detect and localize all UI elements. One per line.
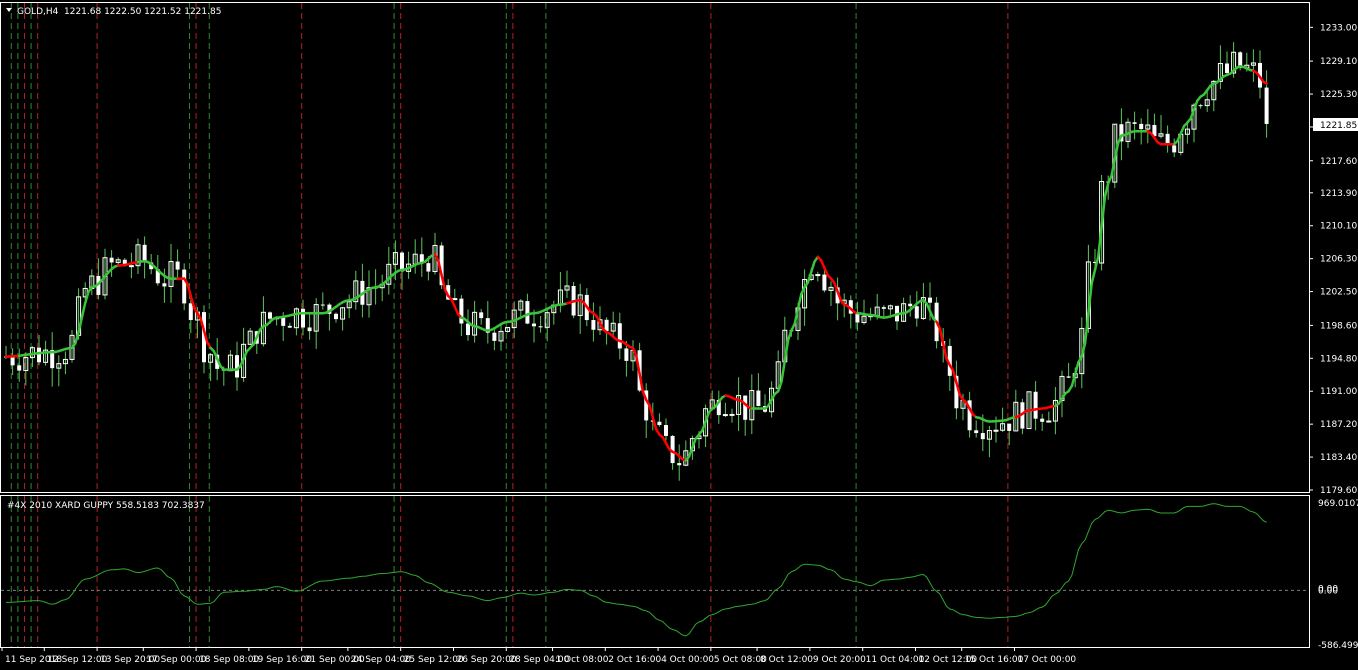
time-tick-label: 4 Oct 00:00 [661,655,714,665]
candle-bull [722,414,728,417]
candle-bear [334,313,338,320]
candle-bear [287,325,292,328]
candle-bear [188,303,193,321]
price-tick-label: 1194.80 [1320,354,1357,364]
price-tick-label: 1217.60 [1320,157,1357,167]
candle-bear [479,312,484,319]
time-tick-label: 11 Oct 04:00 [866,655,925,665]
candle-bear [617,323,622,349]
candle-bull [729,413,735,416]
price-tick-label: 1233.00 [1320,23,1357,33]
candle-bear [109,257,114,263]
candle-bear [182,269,187,304]
price-tick-label: 1187.20 [1320,420,1357,430]
time-tick-label: 18 Sep 08:00 [199,655,259,665]
candle-bear [1225,63,1229,74]
candle-bear [459,298,464,324]
ohlc-readout: 1221.68 1222.50 1221.52 1221.85 [64,7,221,17]
candle-bear [10,356,15,366]
candle-bear [162,283,167,287]
candle-bear [743,395,748,420]
candle-bear [1139,123,1144,130]
candle-bear [657,421,662,426]
candle-bear [307,327,312,332]
candle-bear [664,425,668,436]
price-tick-label: 1179.60 [1320,486,1357,496]
time-tick-label: 1 Oct 08:00 [555,655,608,665]
candle-bear [756,390,761,407]
price-tick-label: 1225.30 [1320,90,1357,100]
candle-bear [142,244,147,263]
indicator-tick-label: -586.4993 [1318,641,1358,651]
candle-bear [1033,391,1038,419]
candle-bear [624,348,629,361]
candle-bull [128,265,134,268]
candle-bear [914,306,919,319]
price-tick-label: 1202.50 [1320,288,1357,298]
candle-bear [908,303,913,307]
candle-bear [1198,105,1203,107]
time-tick-label: 15 Oct 16:00 [965,655,1024,665]
candle-bear [538,326,543,328]
candle-bear [175,261,180,270]
candle-bear [1172,145,1177,153]
candle-bear [426,263,431,272]
price-tick-label: 1210.10 [1320,222,1357,232]
candle-bull [1046,420,1052,423]
time-tick-label: 9 Oct 20:00 [813,655,866,665]
indicator-label: #4X 2010 XARD GUPPY 558.5183 702.3837 [7,501,205,511]
candle-bear [591,320,596,330]
time-tick-label: 26 Sep 20:00 [456,655,516,665]
candle-bear [1040,418,1045,422]
candle-bear [466,323,470,336]
candle-bear [1264,87,1269,124]
candle-bear [281,317,286,326]
price-tick-label: 1206.30 [1320,255,1357,265]
time-tick-label: 8 Oct 12:00 [760,655,813,665]
candle-bear [268,312,272,319]
candle-bear [881,307,886,309]
time-tick-label: 19 Sep 16:00 [252,655,312,665]
candle-bear [17,365,22,371]
candle-bear [37,347,41,363]
time-tick-label: 2 Oct 16:00 [608,655,661,665]
indicator-tick-label: 969.0107 [1318,499,1358,509]
candle-bull [993,429,999,432]
candle-bear [235,355,239,378]
candle-bull [452,298,458,301]
price-tick-label: 1198.60 [1320,321,1357,331]
price-tick-label: 1213.90 [1320,189,1357,199]
candle-bear [822,274,827,291]
time-tick-label: 12 Sep 12:00 [47,655,107,665]
candle-bear [1066,376,1071,378]
chart-svg[interactable]: 1233.001229.101225.301221.501217.601213.… [0,0,1358,670]
candle-bear [928,297,932,303]
candle-bear [1132,122,1137,124]
candle-bear [1007,423,1012,431]
ma-segment [1262,80,1268,85]
time-tick-label: 25 Sep 12:00 [404,655,464,665]
candle-bear [532,323,536,327]
candle-bear [855,313,860,323]
candle-bear [492,332,497,341]
price-tick-label: 1191.00 [1320,387,1357,397]
candle-bull [815,274,821,277]
time-tick-label: 17 Oct 00:00 [1017,655,1076,665]
candle-bear [525,301,530,324]
time-tick-label: 24 Sep 04:00 [351,655,411,665]
indicator-tick-label: 0.00 [1318,586,1338,596]
time-tick-label: 17 Sep 00:00 [146,655,206,665]
candle-bear [974,430,979,434]
candle-bear [320,304,325,306]
candle-bear [677,463,682,466]
candle-bear [301,308,305,328]
price-tick-label: 1229.10 [1320,57,1357,67]
candle-bear [980,433,985,440]
symbol-label: GOLD,H4 [17,7,59,17]
price-tick-label: 1183.40 [1320,453,1357,463]
last-price-label: 1221.85 [1320,121,1357,131]
